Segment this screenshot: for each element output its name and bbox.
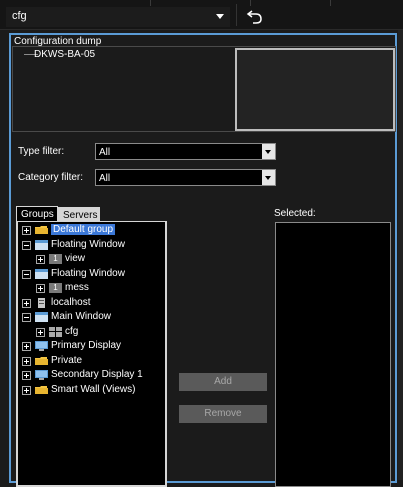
tab-groups[interactable]: Groups xyxy=(16,206,58,222)
expand-icon[interactable] xyxy=(22,298,31,308)
selected-list[interactable] xyxy=(275,222,391,487)
collapse-icon[interactable] xyxy=(22,269,31,279)
tree-item-label: Floating Window xyxy=(51,267,125,279)
toolbar-divider xyxy=(236,4,237,26)
remove-button[interactable]: Remove xyxy=(179,405,267,423)
tree-item[interactable]: Primary Display xyxy=(18,340,163,353)
tree-item[interactable]: 1 view xyxy=(18,253,163,266)
tree-item-label: mess xyxy=(65,282,89,293)
configuration-select[interactable]: cfg xyxy=(6,7,230,27)
folder-icon xyxy=(35,385,48,395)
type-filter-label: Type filter: xyxy=(18,146,65,157)
folder-icon xyxy=(35,356,48,366)
tree-item[interactable]: 1 mess xyxy=(18,282,163,295)
tree-item[interactable]: Smart Wall (Views) xyxy=(18,384,163,397)
tree-item[interactable]: Secondary Display 1 xyxy=(18,369,163,382)
add-button[interactable]: Add xyxy=(179,373,267,391)
tree-item[interactable]: Main Window xyxy=(18,311,163,324)
type-filter-value: All xyxy=(99,147,111,158)
category-filter-select[interactable]: All xyxy=(95,169,276,186)
tree-item[interactable]: Floating Window xyxy=(18,268,163,281)
group-tree[interactable]: Default group Floating Window 1 view Floatin… xyxy=(16,221,167,487)
tree-item[interactable]: Private xyxy=(18,355,163,368)
configuration-select-value: cfg xyxy=(12,10,27,22)
undo-arrow-icon xyxy=(246,10,262,24)
tree-item-label: view xyxy=(65,253,86,264)
folder-icon xyxy=(35,225,48,235)
tree-item[interactable]: cfg xyxy=(18,326,163,339)
server-icon xyxy=(35,297,48,308)
type-filter-select[interactable]: All xyxy=(95,143,276,160)
toolbar-tab-segment xyxy=(0,0,151,6)
tree-item-label: Main Window xyxy=(51,311,112,322)
chevron-down-icon[interactable] xyxy=(262,144,275,159)
undo-refresh-button[interactable] xyxy=(244,7,268,27)
collapse-icon[interactable] xyxy=(22,240,31,250)
category-filter-value: All xyxy=(99,173,111,184)
tree-item-label: Default group xyxy=(51,224,116,235)
expand-icon[interactable] xyxy=(36,255,45,264)
chevron-down-icon[interactable] xyxy=(262,170,275,185)
view-index-badge: 1 xyxy=(49,254,62,264)
top-toolbar: cfg xyxy=(0,0,403,30)
configuration-dump-panel: Configuration dump DKWS-BA-05 Type filte… xyxy=(9,33,397,487)
tree-item-label: cfg xyxy=(65,325,79,337)
tree-item-label: Private xyxy=(51,354,83,366)
monitor-icon xyxy=(35,370,48,380)
expand-icon[interactable] xyxy=(22,371,31,380)
expand-icon[interactable] xyxy=(22,385,31,395)
chevron-down-icon xyxy=(216,14,224,19)
view-index-badge: 1 xyxy=(49,283,62,293)
tree-item-label: Smart Wall (Views) xyxy=(51,383,136,395)
tree-item-label: Floating Window xyxy=(51,238,125,250)
window-icon xyxy=(35,268,48,279)
tree-item-label: localhost xyxy=(51,296,91,308)
window-icon xyxy=(35,312,48,322)
selected-label: Selected: xyxy=(274,208,316,219)
expand-icon[interactable] xyxy=(36,284,45,293)
configuration-dump-area: DKWS-BA-05 xyxy=(12,46,396,132)
expand-icon[interactable] xyxy=(22,342,31,351)
tree-item-label: Primary Display xyxy=(51,340,122,351)
toolbar-tab-segment xyxy=(250,0,331,6)
machine-name[interactable]: DKWS-BA-05 xyxy=(34,49,95,60)
monitor-icon xyxy=(35,341,48,351)
expand-icon[interactable] xyxy=(22,356,31,366)
window-icon xyxy=(35,239,48,250)
tree-item[interactable]: Floating Window xyxy=(18,239,163,252)
collapse-icon[interactable] xyxy=(22,313,31,322)
expand-icon[interactable] xyxy=(22,226,31,235)
category-filter-label: Category filter: xyxy=(18,172,84,183)
scrollbar[interactable] xyxy=(398,30,403,480)
expand-icon[interactable] xyxy=(36,327,45,337)
preview-box xyxy=(235,48,395,131)
tree-item-label: Secondary Display 1 xyxy=(51,369,143,380)
grid-view-icon xyxy=(49,326,62,337)
tree-item[interactable]: localhost xyxy=(18,297,163,310)
tree-item[interactable]: Default group xyxy=(18,224,163,237)
